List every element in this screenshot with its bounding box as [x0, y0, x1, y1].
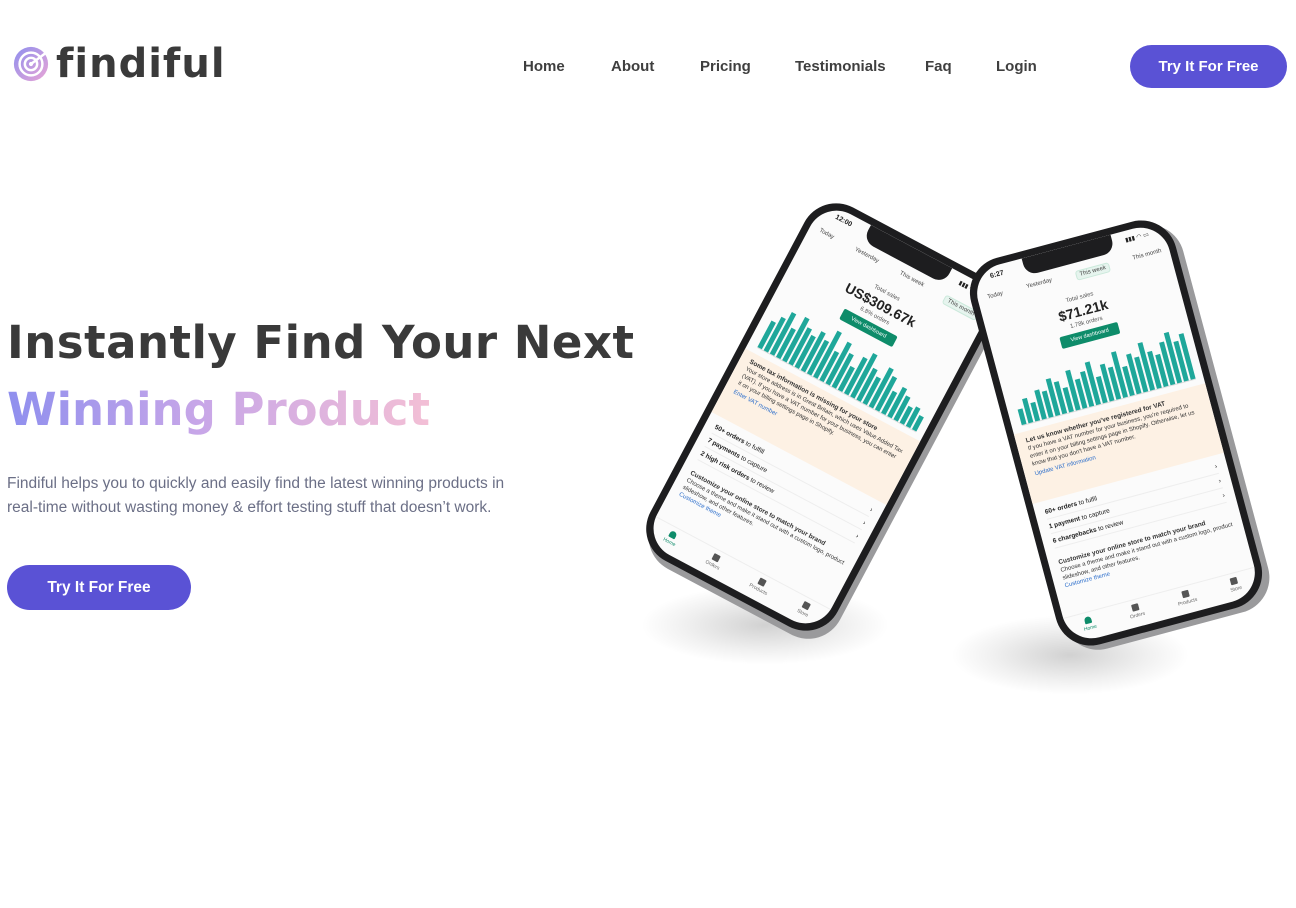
tab-today: Today — [986, 290, 1004, 301]
orders-icon — [1131, 603, 1140, 612]
hero-description: Findiful helps you to quickly and easily… — [7, 475, 505, 516]
phone-screen: 6:27 ▮▮▮ ◠ ▭ Today Yesterday This week T… — [970, 220, 1262, 646]
tag-icon — [757, 577, 767, 587]
phone-mockups: 12:00 ▮▮▮ ◠ ▭ Today Yesterday This week … — [633, 190, 1280, 715]
phone-mockup-right: 6:27 ▮▮▮ ◠ ▭ Today Yesterday This week T… — [961, 212, 1271, 654]
task-rest: to fulfil — [1076, 494, 1098, 507]
nav-home[interactable]: Home — [523, 58, 565, 75]
site-header: findiful Home About Pricing Testimonials… — [0, 0, 1296, 130]
findiful-logo[interactable]: findiful — [12, 42, 226, 86]
hero-try-free-button[interactable]: Try It For Free — [7, 565, 191, 610]
bottom-nav-orders: Orders — [704, 551, 725, 572]
store-icon — [1229, 576, 1239, 586]
tag-icon — [1181, 589, 1190, 599]
bottom-nav-products: Products — [748, 574, 772, 597]
bottom-nav-label: Products — [747, 582, 769, 597]
nav-login[interactable]: Login — [996, 58, 1037, 75]
bottom-nav-label: Orders — [1129, 610, 1146, 621]
task-rest: to review — [1095, 518, 1125, 533]
store-icon — [801, 601, 812, 611]
bottom-nav-home: Home — [1081, 615, 1098, 633]
bottom-nav-store: Store — [796, 600, 814, 619]
nav-about[interactable]: About — [611, 58, 654, 75]
hero-title-highlight: Winning Product — [7, 383, 430, 436]
home-icon — [1084, 615, 1093, 625]
tab-this-month: This month — [1131, 248, 1163, 262]
bottom-nav-home: Home — [662, 529, 681, 548]
hero-title: Instantly Find Your Next — [7, 316, 635, 369]
tab-this-week: This week — [1074, 262, 1112, 281]
tab-yesterday: Yesterday — [853, 246, 880, 265]
logo-wordmark: findiful — [56, 41, 226, 87]
chevron-right-icon: › — [1221, 491, 1226, 499]
bottom-nav-orders: Orders — [1127, 602, 1146, 621]
status-time: 6:27 — [989, 269, 1005, 281]
chevron-right-icon: › — [854, 532, 860, 540]
radar-logo-icon — [13, 46, 49, 82]
chevron-right-icon: › — [1217, 477, 1222, 485]
bottom-nav-label: Products — [1177, 596, 1199, 608]
tab-yesterday: Yesterday — [1025, 277, 1053, 291]
bottom-nav-products: Products — [1175, 588, 1198, 608]
bottom-nav-label: Home — [1083, 623, 1098, 633]
tab-today: Today — [818, 227, 835, 241]
phone-mockup-left: 12:00 ▮▮▮ ◠ ▭ Today Yesterday This week … — [633, 190, 1009, 644]
bottom-nav-store: Store — [1227, 576, 1243, 594]
bottom-nav-label: Store — [1229, 584, 1243, 594]
chevron-right-icon: › — [861, 519, 867, 527]
chevron-right-icon: › — [868, 505, 874, 514]
nav-faq[interactable]: Faq — [925, 58, 952, 75]
tab-this-week: This week — [898, 270, 926, 289]
status-time: 12:00 — [833, 213, 854, 229]
signal-battery-icon: ▮▮▮ ◠ ▭ — [1124, 231, 1150, 244]
orders-icon — [711, 553, 721, 563]
nav-testimonials[interactable]: Testimonials — [795, 58, 886, 75]
home-icon — [668, 530, 678, 540]
chevron-right-icon: › — [1213, 462, 1218, 470]
nav-pricing[interactable]: Pricing — [700, 58, 751, 75]
header-try-free-button[interactable]: Try It For Free — [1130, 45, 1287, 88]
phone-screen: 12:00 ▮▮▮ ◠ ▭ Today Yesterday This week … — [642, 200, 1000, 634]
